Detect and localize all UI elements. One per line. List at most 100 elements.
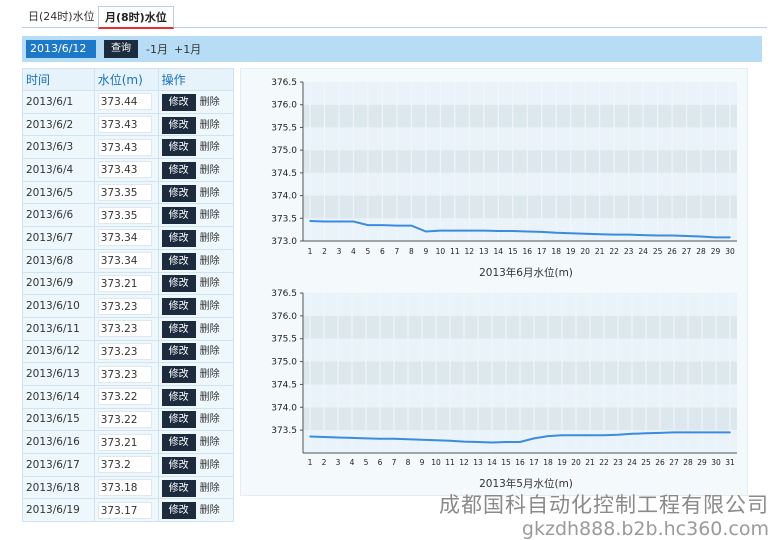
row-value-input[interactable]: 373.35 — [97, 206, 152, 224]
tab-monthly-level[interactable]: 月(8时)水位 — [98, 6, 174, 29]
table-row: 2013/6/19 373.17 修改 删除 — [22, 498, 234, 523]
edit-button[interactable]: 修改 — [161, 207, 196, 225]
row-value-input[interactable]: 373.23 — [97, 365, 152, 383]
edit-button[interactable]: 修改 — [161, 139, 196, 157]
delete-button[interactable]: 删除 — [200, 456, 220, 471]
chart-point — [533, 437, 535, 440]
row-value-input[interactable]: 373.21 — [97, 274, 152, 292]
table-row: 2013/6/8 373.34 修改 删除 — [22, 248, 234, 273]
row-value-input[interactable]: 373.2 — [97, 456, 152, 474]
prev-month-link[interactable]: -1月 — [146, 41, 168, 57]
row-value-input[interactable]: 373.21 — [97, 433, 152, 451]
delete-button[interactable]: 删除 — [200, 274, 220, 289]
edit-button[interactable]: 修改 — [161, 320, 196, 338]
tab-daily-level[interactable]: 日(24时)水位 — [28, 6, 95, 28]
row-value-input[interactable]: 373.43 — [97, 116, 152, 134]
row-value-cell: 373.21 — [93, 271, 159, 296]
table-row: 2013/6/17 373.2 修改 删除 — [22, 453, 234, 477]
delete-button[interactable]: 删除 — [200, 206, 220, 221]
delete-button[interactable]: 删除 — [200, 116, 220, 131]
chart-y-tick-label: 374.0 — [271, 192, 297, 202]
next-month-link[interactable]: +1月 — [174, 41, 201, 57]
edit-button[interactable]: 修改 — [161, 411, 196, 429]
row-date: 2013/6/7 — [22, 226, 95, 250]
chart-point — [701, 431, 703, 434]
edit-button[interactable]: 修改 — [161, 229, 196, 247]
edit-button[interactable]: 修改 — [161, 93, 196, 111]
row-date: 2013/6/6 — [22, 203, 95, 228]
date-input[interactable]: 2013/6/12 — [26, 40, 96, 58]
delete-button[interactable]: 删除 — [200, 479, 220, 494]
table-row: 2013/6/4 373.43 修改 删除 — [22, 158, 234, 182]
chart-point — [715, 431, 717, 434]
chart-y-tick-label: 376.0 — [271, 312, 297, 322]
delete-button[interactable]: 删除 — [200, 365, 220, 380]
chart-x-tick-label: 22 — [609, 247, 619, 256]
row-value-input[interactable]: 373.43 — [97, 138, 152, 156]
edit-button[interactable]: 修改 — [161, 184, 196, 202]
delete-button[interactable]: 删除 — [200, 410, 220, 425]
row-operations: 修改 删除 — [157, 316, 234, 341]
delete-button[interactable]: 删除 — [200, 433, 220, 448]
chart-x-tick-label: 21 — [595, 247, 605, 256]
chart-point — [598, 233, 601, 235]
row-value-input[interactable]: 373.23 — [97, 342, 152, 360]
row-value-input[interactable]: 373.35 — [97, 184, 152, 202]
delete-button[interactable]: 删除 — [200, 138, 220, 153]
row-date: 2013/6/5 — [22, 180, 95, 205]
row-value-input[interactable]: 373.23 — [97, 297, 152, 315]
edit-button[interactable]: 修改 — [161, 388, 196, 406]
chart-y-tick-label: 375.0 — [271, 358, 297, 368]
edit-button[interactable]: 修改 — [161, 456, 196, 474]
row-value-input[interactable]: 373.22 — [97, 388, 152, 406]
edit-button[interactable]: 修改 — [161, 116, 196, 134]
chart-point — [463, 440, 465, 443]
chart-point — [468, 229, 471, 232]
edit-button[interactable]: 修改 — [161, 275, 196, 293]
edit-button[interactable]: 修改 — [161, 343, 196, 361]
edit-button[interactable]: 修改 — [161, 298, 196, 316]
delete-button[interactable]: 删除 — [200, 501, 220, 516]
edit-button[interactable]: 修改 — [161, 366, 196, 384]
row-value-input[interactable]: 373.44 — [97, 93, 152, 111]
row-value-input[interactable]: 373.22 — [97, 410, 152, 428]
charts-svg: 373.0 373.5 374.0 374.5 375.0 375.5 376.0 376.5… — [271, 78, 737, 490]
chart-x-tick-label: 19 — [557, 458, 567, 467]
edit-button[interactable]: 修改 — [161, 502, 196, 520]
row-date: 2013/6/9 — [22, 271, 95, 296]
row-value-input[interactable]: 373.34 — [97, 229, 152, 247]
delete-button[interactable]: 删除 — [200, 184, 220, 199]
chart-x-tick-label: 16 — [522, 247, 532, 256]
edit-button[interactable]: 修改 — [161, 161, 196, 179]
delete-button[interactable]: 删除 — [200, 93, 220, 108]
edit-button[interactable]: 修改 — [161, 479, 196, 497]
delete-button[interactable]: 删除 — [200, 297, 220, 312]
query-button[interactable]: 查询 — [104, 40, 138, 58]
delete-button[interactable]: 删除 — [200, 388, 220, 403]
chart-y-tick-label: 376.0 — [271, 101, 297, 111]
delete-button[interactable]: 删除 — [200, 320, 220, 335]
row-value-input[interactable]: 373.34 — [97, 252, 152, 270]
edit-button[interactable]: 修改 — [161, 434, 196, 452]
chart-x-tick-label: 4 — [350, 458, 355, 467]
chart-x-tick-label: 18 — [543, 458, 553, 467]
edit-button[interactable]: 修改 — [161, 252, 196, 270]
row-operations: 修改 删除 — [157, 112, 234, 137]
delete-button[interactable]: 删除 — [200, 161, 220, 176]
chart-point — [323, 220, 326, 223]
table-row: 2013/6/3 373.43 修改 删除 — [22, 135, 234, 160]
delete-button[interactable]: 删除 — [200, 252, 220, 267]
row-value-input[interactable]: 373.43 — [97, 161, 152, 179]
delete-button[interactable]: 删除 — [200, 342, 220, 357]
chart-x-tick-label: 18 — [551, 247, 561, 256]
delete-button[interactable]: 删除 — [200, 229, 220, 244]
chart-x-tick-label: 29 — [711, 247, 721, 256]
row-value-cell: 373.17 — [93, 498, 159, 523]
row-value-input[interactable]: 373.17 — [97, 501, 152, 519]
table-row: 2013/6/6 373.35 修改 删除 — [22, 203, 234, 228]
row-value-input[interactable]: 373.18 — [97, 479, 152, 497]
chart-x-tick-label: 12 — [459, 458, 469, 467]
row-value-input[interactable]: 373.23 — [97, 320, 152, 338]
query-toolbar: 2013/6/12 查询 -1月 +1月 — [22, 36, 762, 62]
chart-point — [511, 230, 514, 232]
